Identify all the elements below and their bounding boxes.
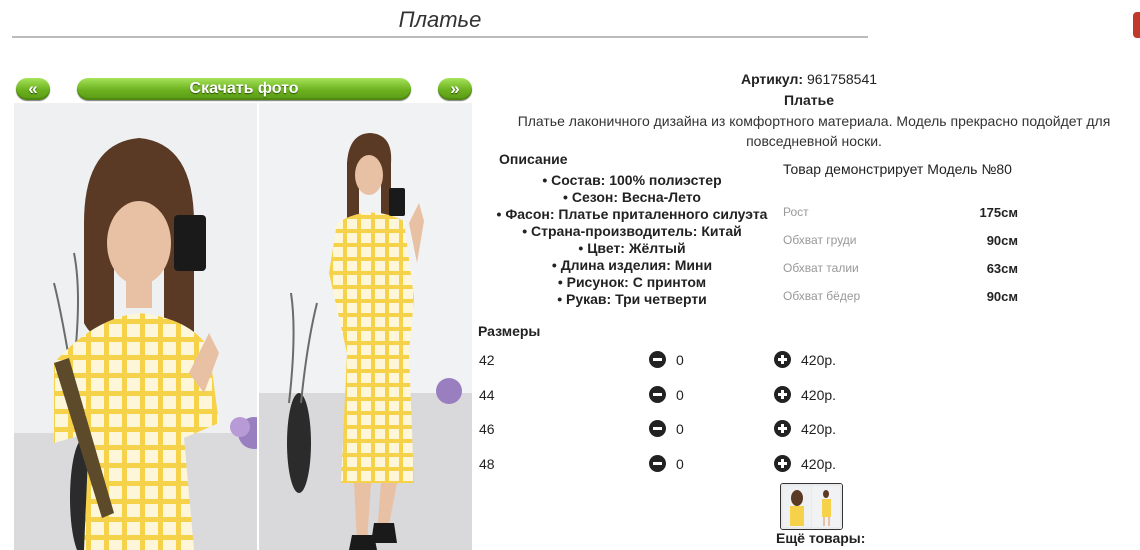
product-description: Платье лаконичного дизайна из комфортног…: [517, 113, 1111, 149]
measurement-value: 90см: [986, 289, 1018, 304]
price-value: 420р.: [801, 387, 837, 403]
product-thumbnail[interactable]: [780, 483, 843, 530]
quantity-value: 0: [676, 456, 684, 472]
article-line: Артикул: 961758541: [478, 71, 1140, 87]
description-heading: Описание: [499, 151, 568, 167]
download-photo-button[interactable]: Скачать фото: [77, 78, 411, 100]
attribute-item: Страна-производитель: Китай: [492, 223, 772, 240]
quantity-value: 0: [676, 421, 684, 437]
prev-photo-button[interactable]: «: [16, 78, 50, 100]
minus-icon[interactable]: [649, 455, 666, 472]
model-photo-image: [259, 103, 472, 550]
minus-icon[interactable]: [649, 386, 666, 403]
article-value: 961758541: [806, 71, 878, 87]
measurement-label: Рост: [783, 205, 809, 219]
price-value: 420р.: [801, 456, 837, 472]
sizes-heading: Размеры: [478, 323, 541, 339]
measurement-row: Обхват талии 63см: [783, 261, 1023, 281]
minus-icon[interactable]: [649, 351, 666, 368]
page-title: Платье: [12, 6, 868, 38]
product-name: Платье: [784, 92, 834, 108]
size-value: 48: [479, 456, 495, 472]
plus-icon[interactable]: [774, 420, 791, 437]
measurement-row: Рост 175см: [783, 205, 1023, 225]
quantity-value: 0: [676, 352, 684, 368]
plus-icon[interactable]: [774, 351, 791, 368]
size-row: 44 0 420р.: [478, 386, 878, 409]
measurement-row: Обхват груди 90см: [783, 233, 1023, 253]
measurement-label: Обхват талии: [783, 261, 859, 275]
size-value: 44: [479, 387, 495, 403]
attribute-item: Рисунок: С принтом: [492, 274, 772, 291]
measurement-value: 63см: [986, 261, 1018, 276]
size-row: 48 0 420р.: [478, 455, 878, 478]
measurement-value: 90см: [986, 233, 1018, 248]
measurement-row: Обхват бёдер 90см: [783, 289, 1023, 309]
attribute-item: Цвет: Жёлтый: [492, 240, 772, 257]
price-value: 420р.: [801, 421, 837, 437]
more-products-heading[interactable]: Ещё товары:: [776, 530, 865, 546]
size-row: 46 0 420р.: [478, 420, 878, 443]
size-value: 46: [479, 421, 495, 437]
size-row: 42 0 420р.: [478, 351, 878, 374]
price-value: 420р.: [801, 352, 837, 368]
measurement-label: Обхват бёдер: [783, 289, 861, 303]
size-value: 42: [479, 352, 495, 368]
model-heading: Товар демонстрирует Модель №80: [783, 161, 1012, 177]
plus-icon[interactable]: [774, 455, 791, 472]
attribute-list: Состав: 100% полиэстер Сезон: Весна-Лето…: [492, 172, 772, 308]
measurement-value: 175см: [979, 205, 1018, 220]
plus-icon[interactable]: [774, 386, 791, 403]
thumbnail-image: [781, 484, 842, 529]
model-photo-image: [14, 103, 257, 550]
attribute-item: Фасон: Платье приталенного силуэта: [492, 206, 772, 223]
attribute-item: Рукав: Три четверти: [492, 291, 772, 308]
measurement-label: Обхват груди: [783, 233, 857, 247]
attribute-item: Состав: 100% полиэстер: [492, 172, 772, 189]
next-photo-button[interactable]: »: [438, 78, 472, 100]
quantity-value: 0: [676, 387, 684, 403]
minus-icon[interactable]: [649, 420, 666, 437]
attribute-item: Длина изделия: Мини: [492, 257, 772, 274]
product-photo-1[interactable]: [14, 103, 257, 550]
product-photo-2[interactable]: [259, 103, 472, 550]
attribute-item: Сезон: Весна-Лето: [492, 189, 772, 206]
article-label: Артикул:: [740, 71, 804, 87]
close-icon[interactable]: [1133, 12, 1140, 38]
